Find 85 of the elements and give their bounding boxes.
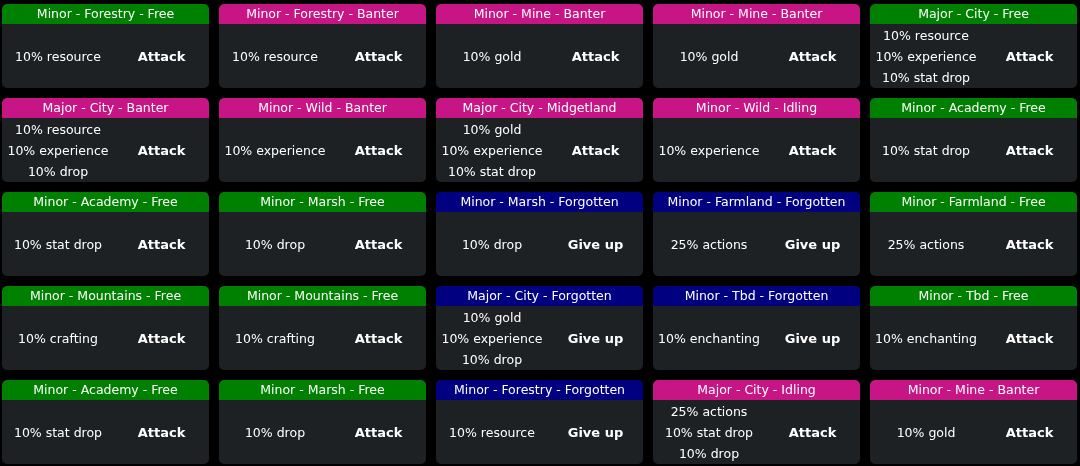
- reward-text: 25% actions: [670, 402, 748, 421]
- action-button[interactable]: Attack: [137, 330, 186, 346]
- action-button[interactable]: Attack: [788, 142, 837, 158]
- action-button[interactable]: Attack: [137, 424, 186, 440]
- action-button[interactable]: Attack: [1005, 48, 1054, 64]
- action-button[interactable]: Attack: [788, 424, 837, 440]
- card-header: Minor - Mine - Banter: [436, 4, 643, 24]
- action-button[interactable]: Attack: [354, 424, 403, 440]
- action-button[interactable]: Give up: [784, 236, 841, 252]
- card-header: Minor - Academy - Free: [2, 380, 209, 400]
- action-button[interactable]: Attack: [1005, 330, 1054, 346]
- reward-text: 10% resource: [883, 26, 969, 45]
- card-header: Minor - Marsh - Free: [219, 192, 426, 212]
- reward-text: 10% stat drop: [664, 423, 754, 442]
- reward-text: 10% drop: [27, 162, 89, 181]
- reward-text: 10% experience: [441, 329, 543, 348]
- reward-text: 10% crafting: [18, 329, 98, 348]
- action-button[interactable]: Attack: [354, 48, 403, 64]
- reward-text: 10% gold: [462, 47, 522, 66]
- reward-text: 10% gold: [462, 120, 522, 139]
- reward-text: 10% resource: [15, 120, 101, 139]
- reward-text: 25% actions: [887, 235, 965, 254]
- reward-text: 10% stat drop: [881, 141, 971, 160]
- card-header: Major - City - Forgotten: [436, 286, 643, 306]
- action-button[interactable]: Give up: [567, 330, 624, 346]
- card-header: Minor - Marsh - Forgotten: [436, 192, 643, 212]
- reward-text: 25% actions: [670, 235, 748, 254]
- reward-text: 10% resource: [449, 423, 535, 442]
- card-header: Minor - Mine - Banter: [870, 380, 1077, 400]
- card-header: Minor - Mountains - Free: [2, 286, 209, 306]
- action-button[interactable]: Attack: [354, 330, 403, 346]
- action-button[interactable]: Give up: [567, 236, 624, 252]
- action-button[interactable]: Attack: [137, 142, 186, 158]
- reward-text: 10% experience: [224, 141, 326, 160]
- reward-text: 10% crafting: [235, 329, 315, 348]
- reward-text: 10% drop: [244, 235, 306, 254]
- action-button[interactable]: Attack: [1005, 142, 1054, 158]
- reward-text: 10% gold: [896, 423, 956, 442]
- reward-text: 10% resource: [15, 47, 101, 66]
- action-button[interactable]: Attack: [788, 48, 837, 64]
- card-header: Minor - Tbd - Forgotten: [653, 286, 860, 306]
- reward-text: 10% experience: [7, 141, 109, 160]
- reward-text: 10% enchanting: [875, 329, 977, 348]
- action-button[interactable]: Attack: [354, 142, 403, 158]
- card-header: Minor - Farmland - Forgotten: [653, 192, 860, 212]
- reward-text: 10% resource: [232, 47, 318, 66]
- reward-text: 10% enchanting: [658, 329, 760, 348]
- card-header: Major - City - Midgetland: [436, 98, 643, 118]
- reward-text: 10% drop: [678, 444, 740, 463]
- reward-text: 10% drop: [461, 235, 523, 254]
- reward-text: 10% stat drop: [881, 68, 971, 87]
- action-button[interactable]: Give up: [784, 330, 841, 346]
- card-header: Major - City - Idling: [653, 380, 860, 400]
- action-button[interactable]: Give up: [567, 424, 624, 440]
- card-header: Minor - Forestry - Banter: [219, 4, 426, 24]
- card-header: Minor - Tbd - Free: [870, 286, 1077, 306]
- card-header: Minor - Forestry - Forgotten: [436, 380, 643, 400]
- card-header: Minor - Mountains - Free: [219, 286, 426, 306]
- reward-text: 10% experience: [875, 47, 977, 66]
- card-header: Minor - Farmland - Free: [870, 192, 1077, 212]
- reward-text: 10% drop: [244, 423, 306, 442]
- reward-text: 10% stat drop: [447, 162, 537, 181]
- card-header: Minor - Forestry - Free: [2, 4, 209, 24]
- card-header: Minor - Mine - Banter: [653, 4, 860, 24]
- card-header: Major - City - Banter: [2, 98, 209, 118]
- reward-text: 10% stat drop: [13, 423, 103, 442]
- card-header: Minor - Academy - Free: [2, 192, 209, 212]
- action-button[interactable]: Attack: [137, 48, 186, 64]
- reward-text: 10% experience: [441, 141, 543, 160]
- reward-text: 10% drop: [461, 350, 523, 369]
- reward-text: 10% experience: [658, 141, 760, 160]
- card-header: Minor - Wild - Banter: [219, 98, 426, 118]
- action-button[interactable]: Attack: [571, 142, 620, 158]
- card-header: Minor - Marsh - Free: [219, 380, 426, 400]
- reward-text: 10% gold: [462, 308, 522, 327]
- action-button[interactable]: Attack: [1005, 236, 1054, 252]
- card-header: Major - City - Free: [870, 4, 1077, 24]
- card-header: Minor - Academy - Free: [870, 98, 1077, 118]
- action-button[interactable]: Attack: [137, 236, 186, 252]
- card-header: Minor - Wild - Idling: [653, 98, 860, 118]
- reward-text: 10% stat drop: [13, 235, 103, 254]
- action-button[interactable]: Attack: [1005, 424, 1054, 440]
- action-button[interactable]: Attack: [354, 236, 403, 252]
- action-button[interactable]: Attack: [571, 48, 620, 64]
- reward-text: 10% gold: [679, 47, 739, 66]
